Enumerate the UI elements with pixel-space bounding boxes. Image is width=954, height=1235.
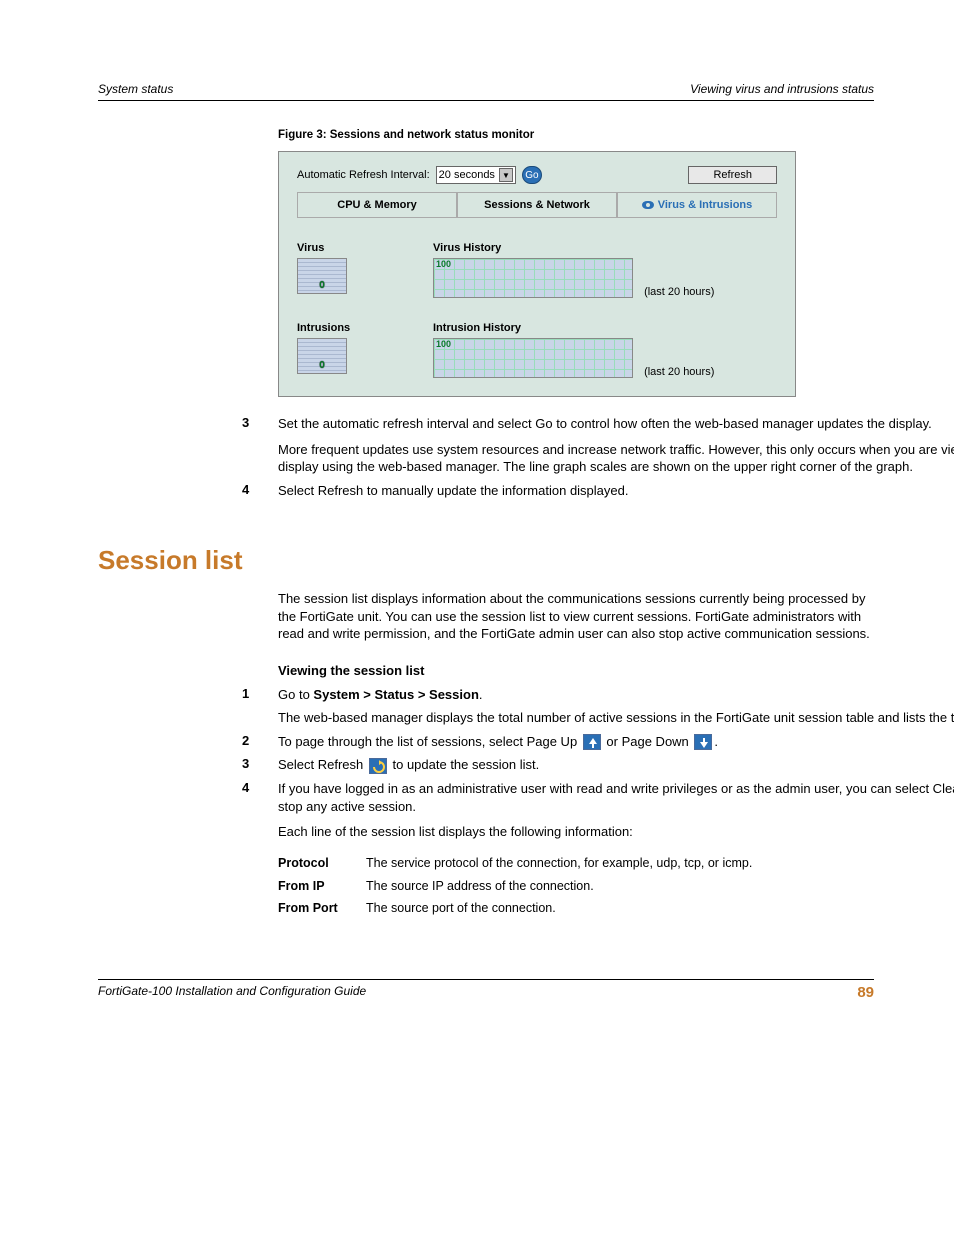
monitor-tabs: CPU & Memory Sessions & Network Virus & … <box>297 192 777 218</box>
section-heading-session-list: Session list <box>98 545 874 576</box>
def-key-from-ip: From IP <box>278 878 366 895</box>
chevron-down-icon: ▼ <box>499 168 513 182</box>
step-number: 1 <box>242 686 278 733</box>
step-text: Set the automatic refresh interval and s… <box>278 415 954 482</box>
def-key-protocol: Protocol <box>278 855 366 872</box>
refresh-interval-label: Automatic Refresh Interval: <box>297 169 430 181</box>
virus-history-label: Virus History <box>433 242 777 254</box>
virus-label: Virus <box>297 242 433 254</box>
step-number: 3 <box>242 756 278 780</box>
refresh-interval-dropdown[interactable]: 20 seconds ▼ <box>436 166 516 184</box>
page-up-icon <box>583 734 601 750</box>
eye-icon <box>642 201 654 209</box>
step-text: Go to System > Status > Session. The web… <box>278 686 954 733</box>
intrusion-history-range: (last 20 hours) <box>644 366 714 378</box>
step-text: Select Refresh to manually update the in… <box>278 482 954 506</box>
subheading-viewing-session-list: Viewing the session list <box>278 663 874 678</box>
go-button[interactable]: Go <box>522 166 542 184</box>
virus-history-chart: 100 <box>433 258 633 298</box>
page-number: 89 <box>857 984 874 1001</box>
def-val-protocol: The service protocol of the connection, … <box>366 855 954 872</box>
step-text: To page through the list of sessions, se… <box>278 733 954 757</box>
step-number: 4 <box>242 482 278 506</box>
step-text: If you have logged in as an administrati… <box>278 780 954 929</box>
step-text: Select Refresh to update the session lis… <box>278 756 954 780</box>
page-down-icon <box>694 734 712 750</box>
intrusions-mini-chart: 0 <box>297 338 347 374</box>
tab-cpu-memory[interactable]: CPU & Memory <box>297 192 457 217</box>
running-head-left: System status <box>98 82 173 96</box>
virus-history-range: (last 20 hours) <box>644 286 714 298</box>
intrusions-label: Intrusions <box>297 322 433 334</box>
tab-virus-intrusions[interactable]: Virus & Intrusions <box>617 192 777 217</box>
intrusion-history-chart: 100 <box>433 338 633 378</box>
step-number: 4 <box>242 780 278 929</box>
footer-title: FortiGate-100 Installation and Configura… <box>98 984 366 1001</box>
step-number: 2 <box>242 733 278 757</box>
figure-caption: Figure 3: Sessions and network status mo… <box>278 129 874 141</box>
tab-sessions-network[interactable]: Sessions & Network <box>457 192 617 217</box>
virus-history-max: 100 <box>436 259 451 269</box>
intrusion-history-max: 100 <box>436 339 451 349</box>
def-key-from-port: From Port <box>278 900 366 917</box>
refresh-icon <box>369 758 387 774</box>
refresh-button[interactable]: Refresh <box>688 166 777 184</box>
step-number: 3 <box>242 415 278 482</box>
virus-mini-chart: 0 <box>297 258 347 294</box>
virus-zero-value: 0 <box>298 280 346 291</box>
intrusion-history-label: Intrusion History <box>433 322 777 334</box>
status-monitor-screenshot: Automatic Refresh Interval: 20 seconds ▼… <box>278 151 796 397</box>
intro-paragraph: The session list displays information ab… <box>278 590 874 643</box>
session-fields-table: Protocol The service protocol of the con… <box>278 855 954 918</box>
running-head-right: Viewing virus and intrusions status <box>690 82 874 96</box>
refresh-interval-value: 20 seconds <box>439 169 495 181</box>
def-val-from-ip: The source IP address of the connection. <box>366 878 954 895</box>
tab-virus-intrusions-label: Virus & Intrusions <box>658 199 753 211</box>
intrusions-zero-value: 0 <box>298 360 346 371</box>
def-val-from-port: The source port of the connection. <box>366 900 954 917</box>
